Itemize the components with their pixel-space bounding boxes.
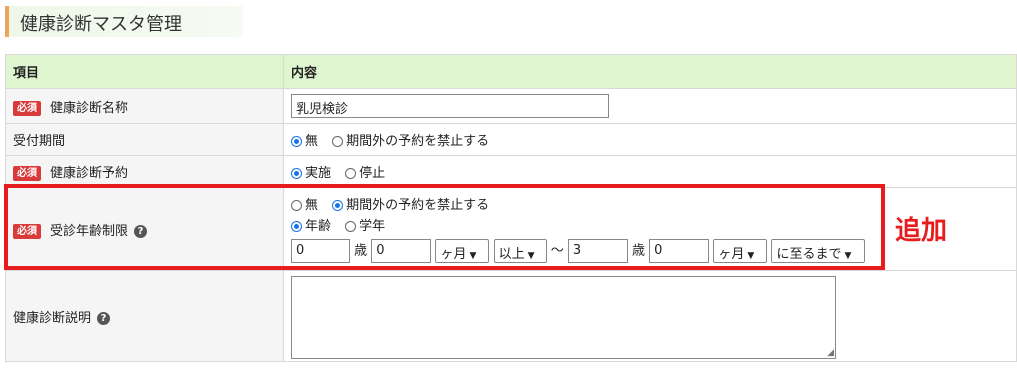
radio-selected-icon[interactable]	[291, 168, 302, 179]
reservation-label: 健康診断予約	[50, 166, 129, 181]
name-label: 健康診断名称	[50, 100, 129, 116]
resize-grip-icon[interactable]: ◢	[827, 348, 834, 358]
column-header-item: 項目	[5, 54, 284, 89]
radio-selected-icon[interactable]	[291, 136, 302, 147]
table-row-reservation: 必須 健康診断予約 実施 停止	[5, 155, 1017, 188]
added-annotation: 追加	[895, 216, 948, 246]
reservation-option-enabled[interactable]: 実施	[291, 162, 331, 181]
row-label-cell: 必須 健康診断名称	[5, 88, 284, 124]
row-content-cell: ◢	[283, 270, 1017, 362]
description-label: 健康診断説明	[13, 310, 92, 326]
row-content-cell: 実施 停止	[283, 155, 1017, 188]
exam-name-input[interactable]: 乳児検診	[291, 94, 609, 118]
row-content-cell: 乳児検診	[283, 88, 1017, 124]
help-icon[interactable]: ?	[97, 311, 111, 325]
table-header-row: 項目 内容	[5, 54, 1017, 89]
reception-option-restrict[interactable]: 期間外の予約を禁止する	[332, 130, 489, 149]
column-header-content: 内容	[283, 54, 1017, 89]
row-label-cell: 必須 健康診断予約	[5, 155, 284, 188]
added-row-highlight	[4, 184, 885, 270]
required-badge: 必須	[13, 100, 41, 116]
required-badge: 必須	[13, 166, 41, 181]
reservation-option-stopped[interactable]: 停止	[345, 162, 385, 181]
table-row-reception: 受付期間 無 期間外の予約を禁止する	[5, 123, 1017, 156]
row-label-cell: 受付期間	[5, 123, 284, 156]
description-textarea[interactable]: ◢	[291, 276, 836, 359]
table-row-description: 健康診断説明? ◢	[5, 270, 1017, 362]
row-label-cell: 健康診断説明?	[5, 270, 284, 362]
radio-icon[interactable]	[345, 168, 357, 179]
page-title: 健康診断マスタ管理	[20, 14, 182, 35]
radio-icon[interactable]	[332, 136, 344, 147]
reception-option-none[interactable]: 無	[291, 130, 318, 149]
row-content-cell: 無 期間外の予約を禁止する	[283, 123, 1017, 156]
table-row-name: 必須 健康診断名称 乳児検診	[5, 88, 1017, 124]
reception-label: 受付期間	[13, 134, 66, 149]
page-title-bar: 健康診断マスタ管理	[5, 6, 243, 37]
